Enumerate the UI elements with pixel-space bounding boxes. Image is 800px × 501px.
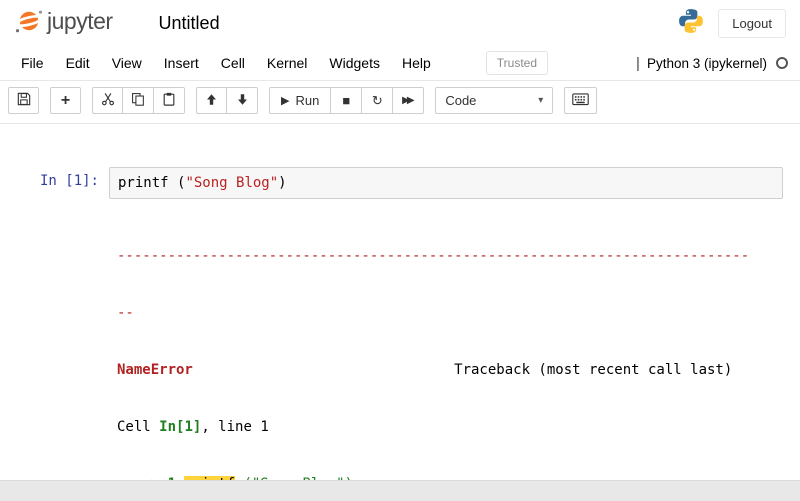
cut-cell-button[interactable] xyxy=(92,87,123,114)
clipboard-icon xyxy=(162,92,176,109)
plus-icon: + xyxy=(60,91,71,109)
run-button[interactable]: ▶ Run xyxy=(269,87,332,114)
kernel-separator: | xyxy=(636,54,640,72)
input-prompt-1: In [1]: xyxy=(39,173,99,189)
move-cell-down-button[interactable] xyxy=(227,87,258,114)
cell-type-value: Code xyxy=(445,93,477,108)
code-token: printf xyxy=(118,175,169,191)
python-logo-icon xyxy=(678,8,704,39)
jupyter-notebook-app: jupyter Untitled Logout File Edit View I… xyxy=(0,0,800,501)
output-prompt-spacer xyxy=(15,207,109,213)
menu-file[interactable]: File xyxy=(10,48,55,78)
trusted-badge[interactable]: Trusted xyxy=(485,51,549,75)
save-button[interactable] xyxy=(8,87,39,114)
restart-run-all-button[interactable]: ▶▶ xyxy=(393,87,425,114)
horizontal-scrollbar[interactable] xyxy=(0,480,800,501)
interrupt-kernel-button[interactable]: ■ xyxy=(331,87,363,114)
traceback-separator: -- xyxy=(117,305,134,321)
add-cell-button[interactable]: + xyxy=(50,87,81,114)
restart-icon: ↻ xyxy=(371,92,383,108)
scissors-icon xyxy=(101,92,115,109)
code-cell-1[interactable]: In [1]: printf ("Song Blog") -----------… xyxy=(6,162,794,480)
save-icon xyxy=(17,92,31,109)
notebook-title[interactable]: Untitled xyxy=(159,13,220,34)
move-cell-up-button[interactable] xyxy=(196,87,227,114)
menu-view[interactable]: View xyxy=(101,48,153,78)
stop-icon: ■ xyxy=(342,93,351,108)
output-row: ----------------------------------------… xyxy=(15,207,783,480)
logout-button[interactable]: Logout xyxy=(718,8,786,38)
error-name: NameError xyxy=(117,362,193,378)
jupyter-logo-text: jupyter xyxy=(47,7,113,34)
menu-help[interactable]: Help xyxy=(391,48,442,78)
header-right: Logout xyxy=(678,8,786,39)
menu-kernel[interactable]: Kernel xyxy=(256,48,318,78)
command-palette-button[interactable] xyxy=(564,87,598,114)
kernel-indicator-area: | Python 3 (ipykernel) xyxy=(636,55,790,72)
toolbar: + ▶ Run ■ ↻ ▶▶ Code ▾ xyxy=(0,81,800,124)
traceback-header: NameError Traceback (most recent call las… xyxy=(117,361,775,380)
header: jupyter Untitled Logout xyxy=(0,0,800,46)
location-suffix: , line 1 xyxy=(201,419,269,435)
menu-cell[interactable]: Cell xyxy=(210,48,256,78)
arrow-up-icon xyxy=(205,93,218,109)
run-label: Run xyxy=(295,93,320,108)
keyboard-icon xyxy=(572,92,590,109)
play-icon: ▶ xyxy=(281,95,290,107)
run-group: ▶ Run ■ ↻ ▶▶ xyxy=(269,87,425,114)
menu-edit[interactable]: Edit xyxy=(55,48,101,78)
location-cell-ref: In[1] xyxy=(159,419,202,435)
traceback-label: Traceback (most recent call last) xyxy=(454,362,733,378)
copy-cell-button[interactable] xyxy=(123,87,154,114)
code-token: ( xyxy=(168,175,186,191)
copy-icon xyxy=(131,92,145,109)
jupyter-planet-icon xyxy=(14,6,44,41)
restart-kernel-button[interactable]: ↻ xyxy=(362,87,394,114)
menu-insert[interactable]: Insert xyxy=(153,48,210,78)
move-group xyxy=(196,87,258,114)
fast-forward-icon: ▶▶ xyxy=(402,95,414,106)
error-traceback-output: ----------------------------------------… xyxy=(109,207,783,480)
chevron-down-icon: ▾ xyxy=(538,95,544,106)
code-input-1[interactable]: printf ("Song Blog") xyxy=(109,167,783,199)
arrow-down-icon xyxy=(236,93,249,109)
menu-widgets[interactable]: Widgets xyxy=(318,48,391,78)
kernel-idle-icon xyxy=(776,57,788,69)
menubar: File Edit View Insert Cell Kernel Widget… xyxy=(0,46,800,81)
code-token: ) xyxy=(278,175,287,191)
traceback-separator: ----------------------------------------… xyxy=(117,248,750,264)
clipboard-group xyxy=(92,87,185,114)
code-string: "Song Blog" xyxy=(185,175,279,191)
jupyter-logo[interactable]: jupyter xyxy=(14,6,113,41)
paste-cell-button[interactable] xyxy=(154,87,185,114)
cell-type-dropdown[interactable]: Code ▾ xyxy=(435,87,554,114)
notebook-area: In [1]: printf ("Song Blog") -----------… xyxy=(0,124,800,480)
kernel-name: Python 3 (ipykernel) xyxy=(646,55,767,71)
traceback-location: Cell In[1], line 1 xyxy=(117,418,775,437)
location-prefix: Cell xyxy=(117,419,160,435)
input-row: In [1]: printf ("Song Blog") xyxy=(15,167,783,199)
